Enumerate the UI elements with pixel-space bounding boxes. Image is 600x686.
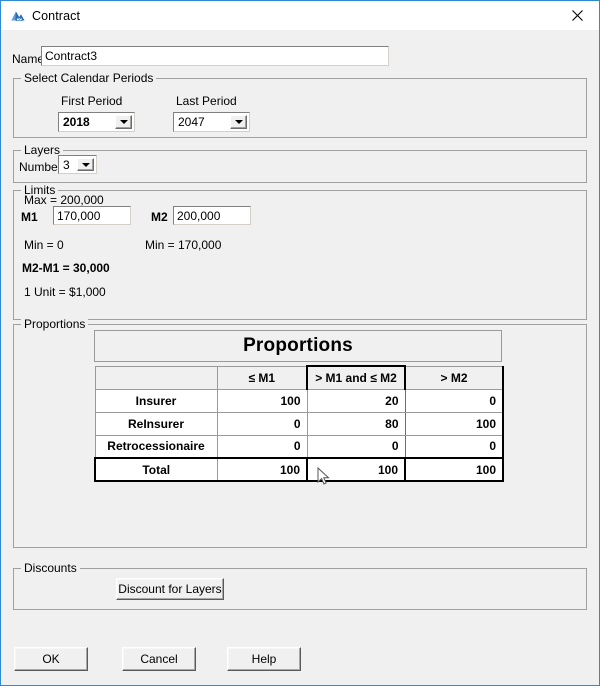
- first-period-value: 2018: [63, 115, 90, 129]
- cell-insurer-le-m1[interactable]: 100: [216, 388, 308, 413]
- discounts-group-title: Discounts: [21, 561, 80, 575]
- table-row: Insurer 100 20 0: [94, 388, 504, 413]
- proportions-table-container: Proportions ≤ M1 > M1 and ≤ M2 > M2 Insu…: [94, 330, 504, 482]
- table-row: ReInsurer 0 80 100: [94, 411, 504, 436]
- row-label-insurer: Insurer: [94, 388, 218, 413]
- close-button[interactable]: [555, 1, 599, 29]
- column-header-gt-m2: > M2: [404, 365, 504, 390]
- cell-retro-gt-m2[interactable]: 0: [404, 434, 504, 459]
- cell-insurer-gt-m2[interactable]: 0: [404, 388, 504, 413]
- cell-retro-between[interactable]: 0: [306, 434, 406, 459]
- m2-label: M2: [151, 210, 168, 224]
- contract-dialog: Contract Name Contract3 Select Calendar …: [0, 0, 600, 686]
- cell-reinsurer-gt-m2[interactable]: 100: [404, 411, 504, 436]
- row-label-reinsurer: ReInsurer: [94, 411, 218, 436]
- row-label-retrocessionaire: Retrocessionaire: [94, 434, 218, 459]
- column-header-blank: [94, 365, 218, 390]
- discounts-group: Discounts: [13, 561, 587, 610]
- last-period-label: Last Period: [176, 94, 237, 108]
- table-total-row: Total 100 100 100: [94, 457, 504, 482]
- row-label-total: Total: [94, 457, 218, 482]
- chevron-down-icon[interactable]: [115, 115, 132, 129]
- close-icon: [571, 9, 583, 21]
- unit-text: 1 Unit = $1,000: [24, 285, 106, 299]
- table-header-row: ≤ M1 > M1 and ≤ M2 > M2: [94, 365, 504, 390]
- contract-app-icon: [10, 8, 26, 24]
- proportions-group-title: Proportions: [21, 317, 89, 331]
- chevron-down-icon[interactable]: [230, 115, 247, 129]
- help-button[interactable]: Help: [227, 647, 301, 671]
- first-period-combo[interactable]: 2018: [58, 112, 135, 132]
- m2-input[interactable]: 200,000: [173, 206, 251, 225]
- last-period-combo[interactable]: 2047: [173, 112, 250, 132]
- cell-insurer-between[interactable]: 20: [306, 388, 406, 413]
- column-header-le-m1: ≤ M1: [216, 365, 308, 390]
- window-title: Contract: [32, 9, 81, 23]
- cell-reinsurer-between[interactable]: 80: [306, 411, 406, 436]
- title-bar: Contract: [1, 1, 599, 31]
- layers-number-value: 3: [63, 158, 70, 172]
- discount-for-layers-button[interactable]: Discount for Layers: [116, 578, 224, 600]
- cancel-button[interactable]: Cancel: [122, 647, 196, 671]
- chevron-down-icon[interactable]: [77, 158, 94, 171]
- cell-retro-le-m1[interactable]: 0: [216, 434, 308, 459]
- cell-reinsurer-le-m1[interactable]: 0: [216, 411, 308, 436]
- layers-group-title: Layers: [21, 143, 64, 157]
- first-period-label: First Period: [61, 94, 123, 108]
- layers-number-combo[interactable]: 3: [58, 155, 97, 174]
- m1-min-text: Min = 0: [24, 238, 64, 252]
- cell-total-gt-m2: 100: [404, 457, 504, 482]
- m2-minus-m1-text: M2-M1 = 30,000: [22, 261, 110, 275]
- m2-min-text: Min = 170,000: [145, 238, 222, 252]
- last-period-value: 2047: [178, 115, 205, 129]
- table-row: Retrocessionaire 0 0 0: [94, 434, 504, 459]
- name-input[interactable]: Contract3: [41, 46, 389, 66]
- limits-max-text: Max = 200,000: [24, 193, 104, 207]
- calendar-periods-group-title: Select Calendar Periods: [21, 71, 157, 85]
- proportions-table-title: Proportions: [94, 330, 502, 362]
- cell-total-le-m1: 100: [216, 457, 308, 482]
- dialog-body: Name Contract3 Select Calendar Periods F…: [1, 30, 599, 685]
- m1-input[interactable]: 170,000: [53, 206, 131, 225]
- m1-label: M1: [21, 210, 38, 224]
- proportions-table: ≤ M1 > M1 and ≤ M2 > M2 Insurer 100 20 0…: [94, 365, 504, 482]
- column-header-between-m1-m2: > M1 and ≤ M2: [306, 365, 406, 390]
- layers-number-label: Number: [19, 160, 62, 174]
- name-label: Name: [12, 52, 45, 66]
- cell-total-between: 100: [306, 457, 406, 482]
- ok-button[interactable]: OK: [14, 647, 88, 671]
- layers-group: Layers: [13, 143, 587, 183]
